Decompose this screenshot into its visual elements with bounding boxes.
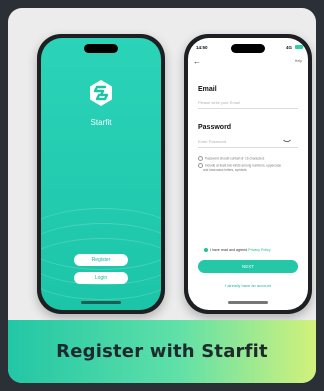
email-underline <box>198 108 298 109</box>
register-screen: 14:50 4G ← Help Email Please write your … <box>188 38 308 310</box>
splash-screen: Starfit Register Login <box>41 38 161 310</box>
help-link[interactable]: Help <box>295 59 302 63</box>
rule-text: Password should contain 8- 16 characters <box>205 156 265 161</box>
home-indicator <box>81 301 121 304</box>
back-arrow-icon[interactable]: ← <box>193 57 201 66</box>
register-button[interactable]: Register <box>74 254 128 266</box>
rule-text: Include at least two kinds among numbers… <box>203 163 282 172</box>
status-signal: 4G <box>285 45 292 50</box>
privacy-policy-link[interactable]: Privacy Policy <box>248 248 270 252</box>
password-field[interactable]: Enter Password <box>198 139 226 144</box>
banner-title: Register with Starfit <box>56 341 268 362</box>
password-underline <box>198 147 298 148</box>
password-rule-length: Password should contain 8- 16 characters <box>198 156 296 161</box>
login-button[interactable]: Login <box>74 272 128 284</box>
agreement-text: I have read and agreed <box>210 248 248 252</box>
dynamic-island <box>231 44 265 53</box>
home-indicator <box>228 301 268 304</box>
email-field[interactable]: Please write your Email <box>198 100 240 105</box>
register-phone: 14:50 4G ← Help Email Please write your … <box>184 34 312 314</box>
password-rule-complexity: Include at least two kinds among numbers… <box>198 163 283 172</box>
dynamic-island <box>84 44 118 53</box>
email-label: Email <box>198 86 217 93</box>
splash-phone: Starfit Register Login <box>37 34 165 314</box>
have-account-link[interactable]: I already have an account <box>188 283 308 288</box>
showcase-card: Starfit Register Login 14:50 4G ← Help E… <box>8 8 316 383</box>
title-banner: Register with Starfit <box>8 320 316 383</box>
app-name: Starfit <box>90 118 112 127</box>
rule-bullet-icon <box>198 156 203 161</box>
status-time: 14:50 <box>196 45 208 50</box>
next-button[interactable]: NEXT <box>198 260 298 273</box>
password-label: Password <box>198 124 232 131</box>
agreement-row[interactable]: I have read and agreed Privacy Policy <box>204 248 271 253</box>
eye-hidden-icon[interactable] <box>283 139 291 144</box>
starfit-logo-icon <box>90 80 112 106</box>
decorative-wave <box>41 238 161 300</box>
checkbox-checked-icon[interactable] <box>204 248 208 253</box>
battery-icon <box>295 45 303 49</box>
